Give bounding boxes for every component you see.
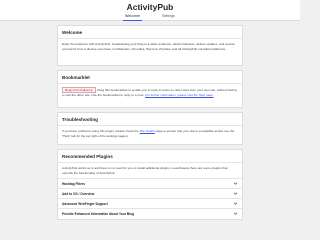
plugin-row-enhanced-information[interactable]: Provide Enhanced Information About Your … (58, 208, 242, 218)
tab-bar: Welcome Settings (0, 14, 300, 21)
tab-welcome[interactable]: Welcome (123, 14, 142, 21)
bookmarklet-text: Reply from fediverse Drag this bookmarkl… (58, 84, 242, 98)
chevron-down-icon (233, 192, 238, 195)
bookmarklet-help-link[interactable]: For further information, please visit th… (145, 93, 214, 97)
chevron-down-icon (233, 202, 238, 205)
plugin-row-advanced-webfinger[interactable]: Advanced WebFinger Support (58, 198, 242, 208)
troubleshooting-text: If you have problems using this plugin, … (58, 126, 242, 138)
plugin-name: Provide Enhanced Information About Your … (62, 211, 135, 216)
top-header: ActivityPub Welcome Settings (0, 0, 300, 21)
recommended-plugins-card: Recommended Plugins ActivityPub works as… (57, 149, 243, 220)
plugins-intro-text: ActivityPub works as is and there is no … (62, 166, 228, 175)
troubleshooting-text-start: If you have problems using this plugin, … (62, 129, 139, 133)
chevron-down-icon (233, 212, 238, 215)
troubleshooting-heading: Troubleshooting (62, 117, 98, 122)
welcome-text: Enter the fediverse with ActivityPub, br… (62, 42, 236, 51)
plugin-name: Hashtag Filters (62, 181, 86, 186)
welcome-card: Welcome Enter the fediverse with Activit… (57, 25, 243, 66)
site-health-link[interactable]: Site Health (140, 129, 155, 133)
troubleshooting-card: Troubleshooting If you have problems usi… (57, 112, 243, 145)
chevron-down-icon (233, 182, 238, 185)
plugin-name: Advanced WebFinger Support (62, 201, 108, 206)
bookmarklet-heading: Bookmarklet (62, 75, 90, 80)
plugin-row-add-to-os[interactable]: Add to OS / Overview (58, 188, 242, 198)
plugin-row-hashtag-filters[interactable]: Hashtag Filters (58, 178, 242, 188)
tab-settings[interactable]: Settings (160, 14, 177, 21)
plugins-heading: Recommended Plugins (62, 154, 113, 159)
bookmarklet-card: Bookmarklet Reply from fediverse Drag th… (57, 70, 243, 108)
welcome-heading: Welcome (62, 30, 83, 35)
page-title: ActivityPub (126, 2, 174, 12)
plugin-name: Add to OS / Overview (62, 191, 95, 196)
